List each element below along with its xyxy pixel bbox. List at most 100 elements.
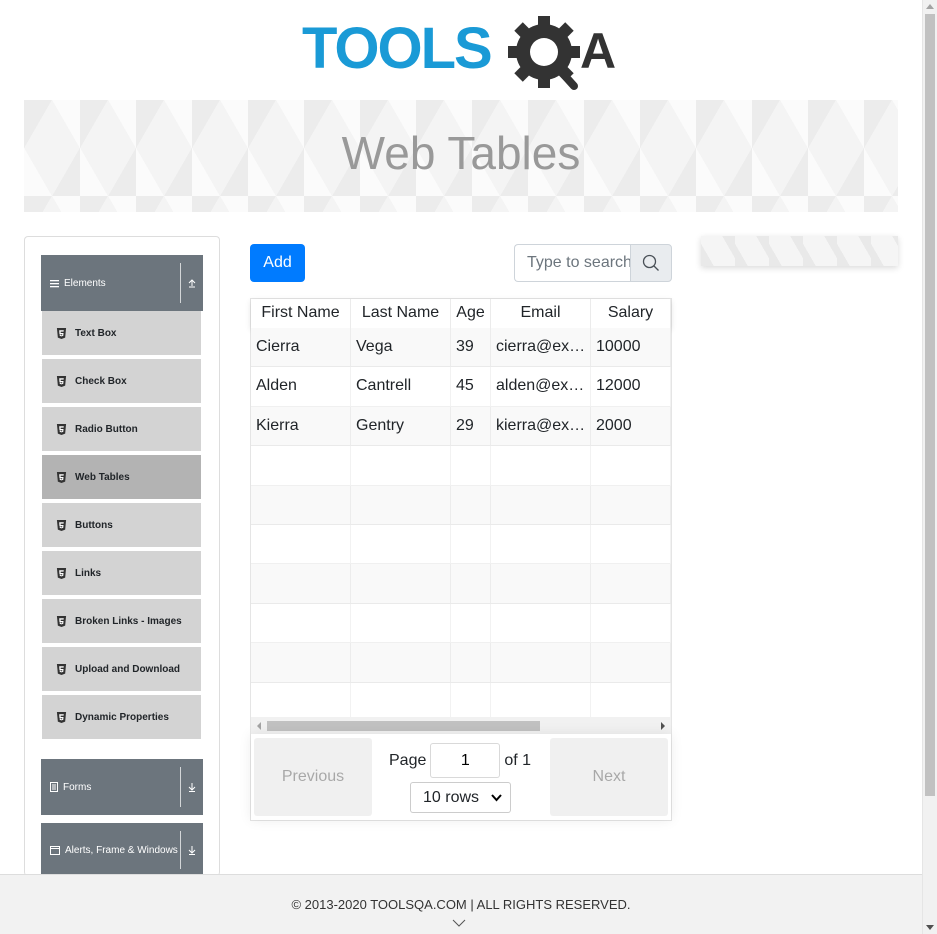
column-header-last-name[interactable]: Last Name <box>351 299 451 328</box>
table-cell <box>351 682 451 721</box>
sidebar-item-text-box[interactable]: Text Box <box>42 311 201 357</box>
sidebar-item-label: Buttons <box>75 519 113 531</box>
group-arrow <box>187 759 197 815</box>
html5-icon <box>56 471 67 483</box>
table-cell <box>491 485 591 524</box>
table-cell <box>251 643 351 682</box>
scroll-up-icon[interactable] <box>926 4 934 9</box>
empty-table-row <box>251 603 671 644</box>
rows-per-page-value: 10 rows <box>423 788 480 806</box>
group-header-forms[interactable]: Forms <box>41 759 203 815</box>
table-cell <box>351 564 451 603</box>
table-cell <box>491 643 591 682</box>
table-cell <box>251 446 351 485</box>
table-cell: Kierra <box>251 406 351 446</box>
document-icon <box>50 782 58 792</box>
group-header-content: Forms <box>50 759 91 815</box>
table-cell: 29 <box>451 406 491 446</box>
next-button[interactable]: Next <box>550 738 668 816</box>
table-cell: kierra@example.com <box>491 406 591 446</box>
sidebar-item-web-tables[interactable]: Web Tables <box>42 455 201 501</box>
scrollbar-thumb[interactable] <box>267 721 540 731</box>
sidebar-item-label: Links <box>75 567 102 579</box>
search-button[interactable] <box>630 244 672 282</box>
table-cell <box>491 524 591 564</box>
html5-icon <box>56 711 67 723</box>
page-jump-input[interactable] <box>430 743 501 778</box>
group-header-alerts[interactable]: Alerts, Frame & Windows <box>41 823 203 876</box>
column-header-salary[interactable]: Salary <box>591 299 671 328</box>
scrollbar-thumb[interactable] <box>925 14 935 796</box>
table-row: Cierra Vega 39 cierra@example.com 10000 <box>251 328 671 368</box>
chevron-down-icon <box>188 846 196 855</box>
page-scrollbar[interactable] <box>922 0 937 934</box>
sidebar-item-check-box[interactable]: Check Box <box>42 359 201 405</box>
table-cell <box>491 564 591 603</box>
left-panel: Elements Text Box Check Box Radio Button… <box>24 236 220 876</box>
chevron-down-icon[interactable] <box>452 919 466 927</box>
page: TOOLS A Web Tables Elements Text Box Che… <box>0 0 937 934</box>
group-label-elements: Elements <box>64 277 106 289</box>
table-cell: Cierra <box>251 328 351 367</box>
column-header-first-name[interactable]: First Name <box>251 299 351 328</box>
group-label-alerts: Alerts, Frame & Windows <box>65 844 178 856</box>
table-cell <box>591 485 671 524</box>
ad-banner[interactable] <box>701 236 898 266</box>
pagination: Previous Page of 1 10 rows Next <box>251 734 671 820</box>
empty-table-row <box>251 485 671 525</box>
sidebar-item-label: Broken Links - Images <box>75 615 182 627</box>
table-cell: cierra@example.com <box>491 328 591 367</box>
table-cell <box>591 446 671 485</box>
menu-icon <box>50 279 59 287</box>
page-label: Page <box>389 751 427 769</box>
table-cell <box>351 446 451 485</box>
table-cell <box>451 524 491 564</box>
chevron-down-icon <box>491 794 502 802</box>
scroll-down-icon[interactable] <box>926 925 934 930</box>
html5-icon <box>56 615 67 627</box>
html5-icon <box>56 423 67 435</box>
empty-table-row <box>251 446 671 486</box>
rows-per-page-select[interactable]: 10 rows <box>410 782 511 813</box>
sidebar-item-label: Check Box <box>75 375 127 387</box>
table-cell <box>491 682 591 721</box>
add-button[interactable]: Add <box>250 244 305 282</box>
sidebar-item-radio-button[interactable]: Radio Button <box>42 407 201 453</box>
table-cell: Alden <box>251 367 351 406</box>
column-header-age[interactable]: Age <box>451 299 491 328</box>
window-icon <box>50 845 60 855</box>
group-header-elements[interactable]: Elements <box>41 255 203 311</box>
html5-icon <box>56 327 67 339</box>
html5-icon <box>56 567 67 579</box>
logo-text-a: A <box>580 23 616 79</box>
toolsqa-logo[interactable]: TOOLS A <box>302 14 627 90</box>
table-cell <box>591 564 671 603</box>
table-cell: 39 <box>451 328 491 367</box>
table-cell <box>451 564 491 603</box>
empty-table-row <box>251 564 671 604</box>
sidebar-item-broken-links[interactable]: Broken Links - Images <box>42 599 201 645</box>
table-cell <box>491 446 591 485</box>
search-input[interactable] <box>514 244 631 282</box>
table-cell <box>451 603 491 643</box>
sidebar-item-links[interactable]: Links <box>42 551 201 597</box>
table-cell <box>251 603 351 643</box>
empty-table-row <box>251 682 671 722</box>
table-body: Cierra Vega 39 cierra@example.com 10000 … <box>251 328 671 722</box>
column-header-email[interactable]: Email <box>491 299 591 328</box>
horizontal-scrollbar[interactable] <box>251 717 671 734</box>
sidebar-item-upload-download[interactable]: Upload and Download <box>42 647 201 693</box>
logo-text-tools: TOOLS <box>302 16 491 81</box>
previous-button[interactable]: Previous <box>254 738 372 816</box>
search-box <box>514 244 672 282</box>
page-info: Page of 1 <box>389 743 531 778</box>
group-label-forms: Forms <box>63 781 92 793</box>
scroll-right-icon[interactable] <box>661 722 665 730</box>
sidebar-item-dynamic-properties[interactable]: Dynamic Properties <box>42 695 201 741</box>
table-cell: Cantrell <box>351 367 451 406</box>
sidebar-item-buttons[interactable]: Buttons <box>42 503 201 549</box>
copyright-text: © 2013-2020 TOOLSQA.COM | ALL RIGHTS RES… <box>291 897 631 912</box>
table-cell: Vega <box>351 328 451 367</box>
scroll-left-icon[interactable] <box>257 722 261 730</box>
html5-icon <box>56 663 67 675</box>
